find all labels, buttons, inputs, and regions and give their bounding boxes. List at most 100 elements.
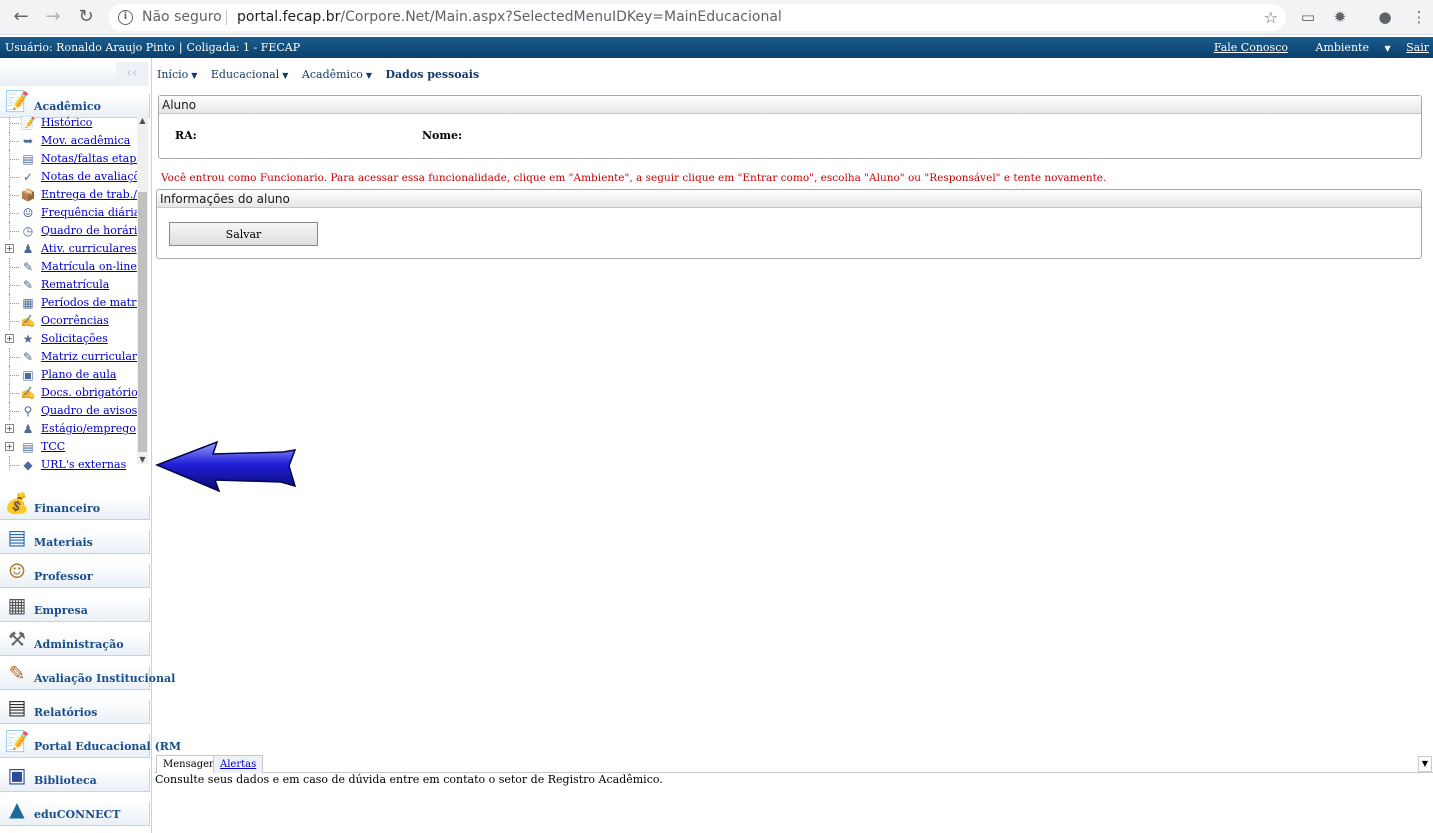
tree-item[interactable]: + ★ Solicitações — [0, 330, 137, 348]
tree-item[interactable]: 📝 Histórico — [0, 116, 137, 132]
report-icon: ▤ — [7, 695, 27, 719]
tree-connector — [9, 186, 19, 204]
module-academico[interactable]: 📝 Acadêmico — [0, 89, 150, 118]
panel-title: Informações do aluno — [157, 190, 1421, 208]
tree-item-label[interactable]: Períodos de matrícul — [41, 296, 148, 309]
tree-item[interactable]: ✎ Matrícula on-line — [0, 258, 137, 276]
bookmark-star-icon[interactable]: ☆ — [1264, 4, 1278, 31]
evaluation-icon: ✎ — [8, 661, 26, 685]
tree-item-label[interactable]: Docs. obrigatórios — [41, 386, 143, 399]
cast-icon[interactable]: ▭ — [1299, 8, 1317, 26]
tree-item-label[interactable]: Ocorrências — [41, 314, 109, 327]
module-professor[interactable]: ☺ Professor — [0, 559, 150, 588]
tree-item[interactable]: ▤ Notas/faltas etapas — [0, 150, 148, 168]
scroll-down-icon[interactable]: ▼ — [137, 455, 148, 464]
module-financeiro[interactable]: 💰 Financeiro — [0, 491, 150, 520]
module-empresa[interactable]: ▦ Empresa — [0, 593, 150, 622]
tree-item[interactable]: ▣ Plano de aula — [0, 366, 137, 384]
tree-item[interactable]: ✎ Rematrícula — [0, 276, 137, 294]
url-text[interactable]: portal.fecap.br/Corpore.Net/Main.aspx?Se… — [237, 4, 782, 31]
logout-link[interactable]: Sair — [1406, 41, 1429, 54]
tree-item-label[interactable]: Notas de avaliações — [41, 170, 148, 183]
extension-bug-icon[interactable]: ✹ — [1331, 8, 1349, 26]
module-biblioteca[interactable]: ▣ Biblioteca — [0, 763, 150, 792]
info-icon[interactable]: i — [118, 10, 133, 25]
tree-item[interactable]: ◷ Quadro de horários — [0, 222, 148, 240]
tree-item[interactable]: ✎ Matriz curricular — [0, 348, 137, 366]
breadcrumb-educacional[interactable]: Educacional ▼ — [211, 68, 289, 81]
module-educonnect[interactable]: ▲ eduCONNECT — [0, 797, 150, 826]
tree-connector — [9, 204, 19, 222]
environment-menu[interactable]: Ambiente ▼ — [1304, 41, 1391, 54]
tree-item-label[interactable]: Frequência diária — [41, 206, 140, 219]
tree-item[interactable]: + ♟ Ativ. curriculares — [0, 240, 137, 258]
collapse-chevron-icon[interactable]: ‹‹ — [116, 62, 148, 86]
people-icon: ☺ — [22, 206, 34, 220]
tree-item[interactable]: ✓ Notas de avaliações — [0, 168, 148, 186]
browser-toolbar: ← → ↻ i Não seguro portal.fecap.br/Corpo… — [0, 0, 1433, 35]
scroll-up-icon[interactable]: ▲ — [137, 116, 148, 125]
tree-vertical-scrollbar[interactable]: ▲ ▼ — [137, 116, 148, 464]
tree-item-label[interactable]: Plano de aula — [41, 368, 116, 381]
menu-kebab-icon[interactable]: ⋮ — [1410, 8, 1428, 26]
tree-item-label[interactable]: Quadro de avisos — [41, 404, 137, 417]
wrench-icon: ⚒ — [8, 627, 26, 651]
module-materiais[interactable]: ▤ Materiais — [0, 525, 150, 554]
expand-plus-icon[interactable]: + — [5, 424, 14, 433]
history-icon: 📝 — [20, 116, 36, 130]
contact-link[interactable]: Fale Conosco — [1214, 41, 1288, 54]
expand-plus-icon[interactable]: + — [5, 244, 14, 253]
reload-icon[interactable]: ↻ — [73, 5, 99, 29]
tree-item-label[interactable]: Entrega de trab./aval — [41, 188, 148, 201]
scroll-thumb[interactable] — [138, 192, 147, 452]
save-button[interactable]: Salvar — [169, 222, 318, 246]
tab-alertas[interactable]: Alertas — [213, 755, 264, 773]
tree-item-label[interactable]: Histórico — [41, 116, 92, 129]
tree-item-label[interactable]: Notas/faltas etapas — [41, 152, 148, 165]
tree-connector — [9, 456, 19, 471]
tree-item-label[interactable]: Quadro de horários — [41, 224, 148, 237]
messages-text: Consulte seus dados e em caso de dúvida … — [155, 773, 663, 786]
tree-item[interactable]: ➥ Mov. acadêmica — [0, 132, 137, 150]
chevron-down-icon[interactable]: ▼ — [1418, 756, 1432, 772]
tree-item[interactable]: ✍ Docs. obrigatórios — [0, 384, 143, 402]
tree-item[interactable]: ☺ Frequência diária — [0, 204, 140, 222]
tree-item-label[interactable]: Matriz curricular — [41, 350, 137, 363]
module-portal[interactable]: 📝 Portal Educacional (RM — [0, 729, 181, 758]
materials-icon: ▤ — [7, 525, 27, 549]
breadcrumb-academico[interactable]: Acadêmico ▼ — [302, 68, 372, 81]
aluno-panel: Aluno RA: Nome: — [158, 95, 1422, 159]
module-administracao[interactable]: ⚒ Administração — [0, 627, 150, 656]
tree-item-label[interactable]: URL's externas — [41, 458, 126, 471]
tree-item-label[interactable]: TCC — [41, 440, 65, 453]
calendar-icon: ▦ — [22, 296, 34, 310]
environment-label: Ambiente — [1315, 41, 1369, 54]
tree-item[interactable]: ▦ Períodos de matrícul — [0, 294, 148, 312]
back-icon[interactable]: ← — [8, 5, 34, 29]
tree-item[interactable]: + ▤ TCC — [0, 438, 137, 456]
reenroll-icon: ✎ — [22, 278, 34, 292]
module-relatorios[interactable]: ▤ Relatórios — [0, 695, 150, 724]
tree-item-label[interactable]: Rematrícula — [41, 278, 109, 291]
tree-item[interactable]: ✍ Ocorrências — [0, 312, 137, 330]
tree-item[interactable]: ⚲ Quadro de avisos — [0, 402, 137, 420]
module-avaliacao[interactable]: ✎ Avaliação Institucional — [0, 661, 175, 690]
expand-plus-icon[interactable]: + — [5, 334, 14, 343]
academic-icon: 📝 — [4, 89, 30, 113]
tree-item-label[interactable]: Mov. acadêmica — [41, 134, 130, 147]
tree-item[interactable]: + ♟ Estágio/emprego — [0, 420, 137, 438]
forward-icon[interactable]: → — [40, 5, 66, 29]
sidebar: ‹‹ 📝 Acadêmico 📝 Histórico ➥ Mov. acadêmica… — [0, 58, 181, 833]
expand-plus-icon[interactable]: + — [5, 442, 14, 451]
tree-item[interactable]: ◆ URL's externas — [0, 456, 137, 471]
app-header: Usuário: Ronaldo Araujo Pinto | Coligada: … — [0, 37, 1433, 58]
profile-avatar-icon[interactable]: ● — [1376, 8, 1394, 26]
tree-item-label[interactable]: Ativ. curriculares — [41, 242, 137, 255]
tree-item-label[interactable]: Matrícula on-line — [41, 260, 137, 273]
tree-item[interactable]: 📦 Entrega de trab./aval — [0, 186, 148, 204]
docs-icon: ✍ — [20, 386, 36, 400]
tree-item-label[interactable]: Estágio/emprego — [41, 422, 136, 435]
breadcrumb-inicio[interactable]: Início ▼ — [157, 68, 197, 81]
address-bar[interactable]: i Não seguro portal.fecap.br/Corpore.Net… — [108, 4, 1286, 31]
tree-item-label[interactable]: Solicitações — [41, 332, 108, 345]
